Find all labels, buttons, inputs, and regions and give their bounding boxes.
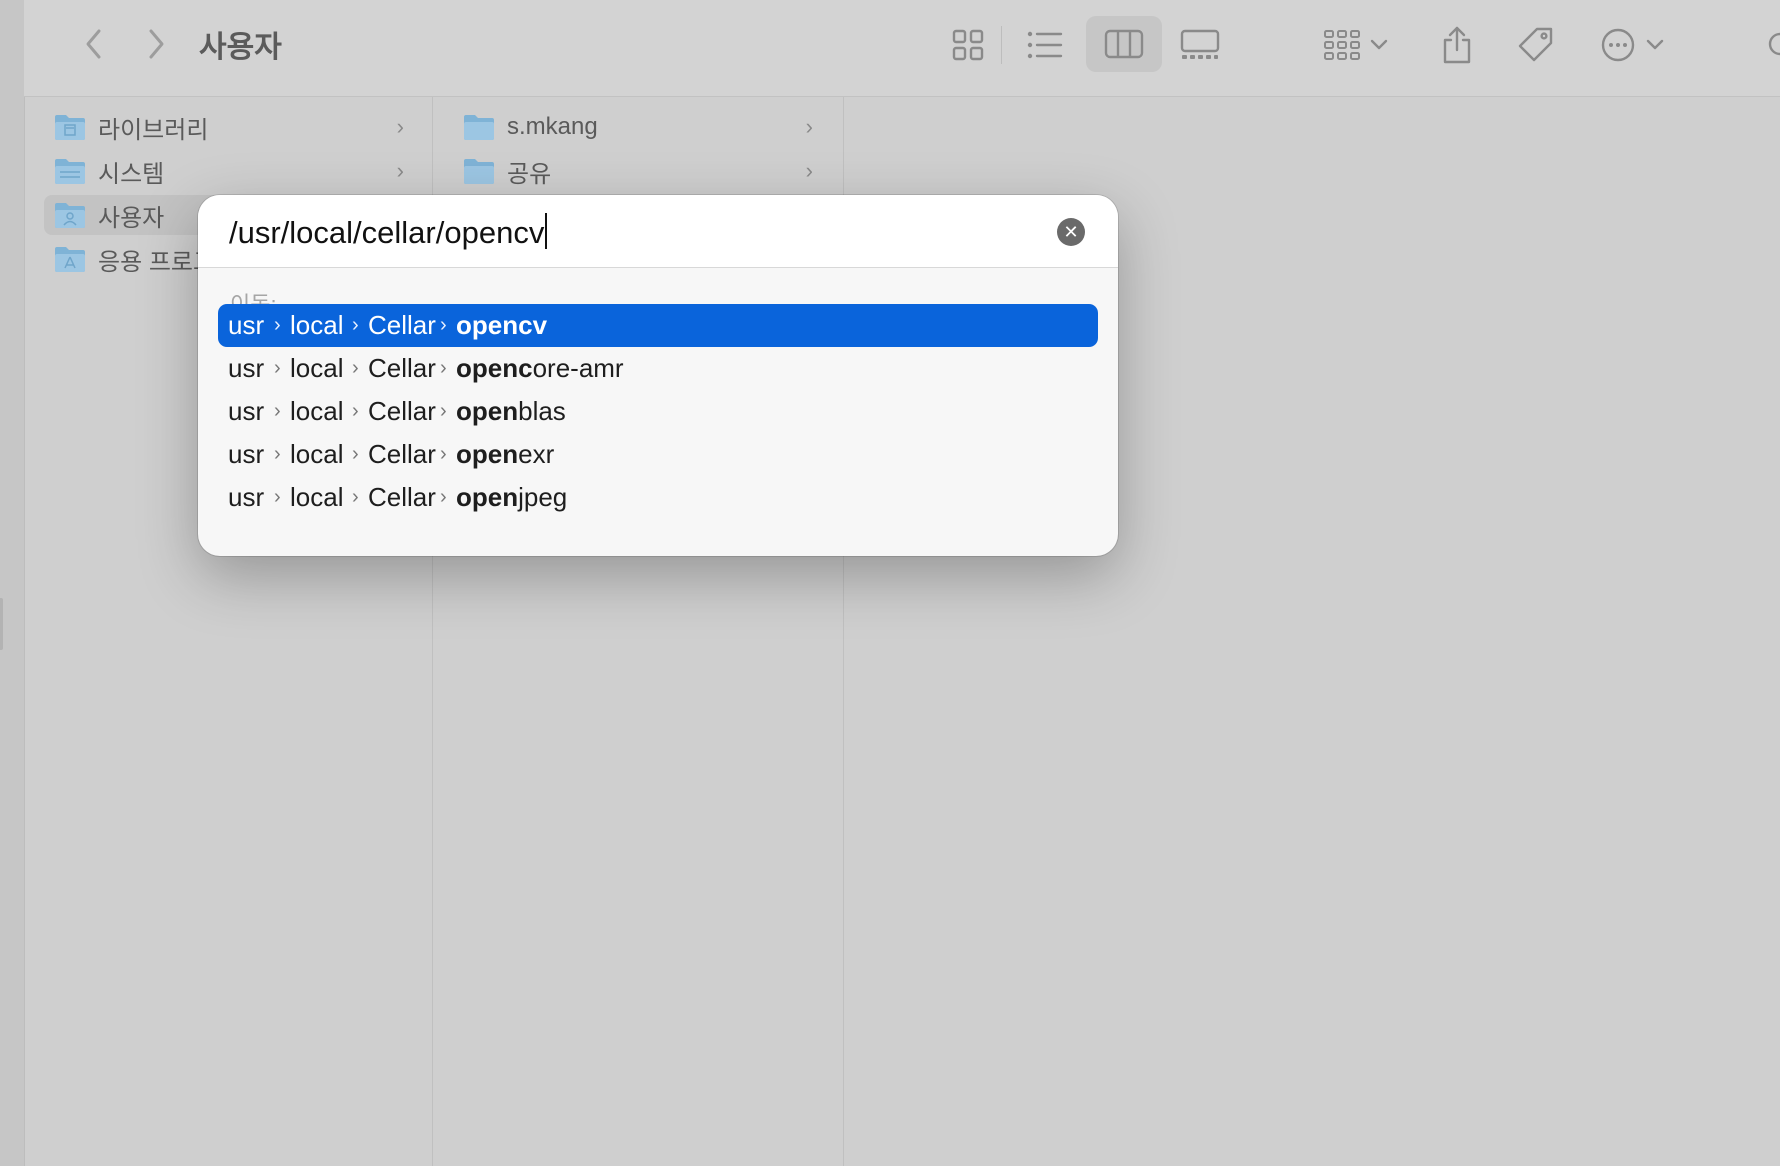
- clear-button[interactable]: ✕: [1057, 218, 1085, 246]
- path-segment: local: [290, 396, 344, 426]
- chevron-right-icon: ›: [440, 400, 447, 422]
- chevron-down-icon: [1646, 39, 1664, 50]
- chevron-left-icon: [86, 29, 101, 59]
- path-segment: Cellar: [368, 396, 436, 426]
- match-highlight: openc: [456, 353, 533, 383]
- path-segment: usr: [228, 310, 265, 340]
- path-segment: local: [290, 439, 344, 469]
- list-item[interactable]: 시스템 ›: [54, 151, 404, 191]
- list-view-icon: [1027, 31, 1063, 59]
- search-icon: [1768, 32, 1780, 56]
- chevron-right-icon: ›: [805, 114, 813, 139]
- path-segment: usr: [228, 439, 265, 469]
- chevron-right-icon: ›: [440, 314, 447, 336]
- chevron-right-icon: ›: [440, 486, 447, 508]
- more-icon: [1601, 28, 1635, 62]
- forward-button[interactable]: [138, 24, 174, 64]
- suggestion-row[interactable]: usr › local › Cellar › opencv: [218, 304, 1098, 347]
- path-input[interactable]: /usr/local/cellar/opencv ✕: [198, 195, 1118, 268]
- chevron-right-icon: ›: [274, 314, 281, 336]
- chevron-right-icon: ›: [352, 314, 359, 336]
- path-segment-match: opencv: [456, 304, 547, 347]
- group-icon: [1324, 30, 1360, 60]
- icon-view-icon: [952, 29, 984, 61]
- match-highlight: open: [456, 482, 519, 512]
- chevron-right-icon: ›: [352, 486, 359, 508]
- chevron-right-icon: ›: [274, 486, 281, 508]
- share-icon: [1443, 26, 1471, 64]
- column-view-icon: [1104, 29, 1144, 59]
- gallery-view-icon: [1180, 29, 1220, 59]
- chevron-right-icon: ›: [396, 114, 404, 139]
- folder-icon: [464, 159, 494, 184]
- path-segment: usr: [228, 396, 265, 426]
- list-view-button[interactable]: [1014, 22, 1076, 68]
- path-segment: local: [290, 353, 344, 383]
- chevron-right-icon: ›: [352, 443, 359, 465]
- match-highlight: open: [456, 396, 519, 426]
- chevron-right-icon: ›: [352, 400, 359, 422]
- chevron-right-icon: ›: [396, 158, 404, 183]
- search-button[interactable]: [1766, 22, 1780, 68]
- resize-notch: [0, 598, 3, 650]
- suggestion-row[interactable]: usr › local › Cellar › opencore-amr: [218, 347, 1098, 390]
- chevron-down-icon: [1370, 39, 1388, 50]
- path-segment: Cellar: [368, 310, 436, 340]
- path-segment: local: [290, 310, 344, 340]
- tag-icon: [1518, 27, 1553, 62]
- chevron-right-icon: ›: [274, 443, 281, 465]
- share-button[interactable]: [1434, 20, 1480, 70]
- finder-toolbar: 사용자: [24, 0, 1780, 97]
- close-icon: ✕: [1063, 222, 1079, 242]
- chevron-right-icon: ›: [274, 357, 281, 379]
- path-segment-match: openblas: [456, 396, 566, 426]
- go-to-folder-dialog: /usr/local/cellar/opencv ✕ 이동: usr›local…: [198, 195, 1118, 556]
- toolbar-divider: [1001, 26, 1002, 64]
- path-segment: usr: [228, 482, 265, 512]
- gallery-view-button[interactable]: [1170, 22, 1230, 68]
- path-segment: Cellar: [368, 482, 436, 512]
- chevron-right-icon: [149, 29, 164, 59]
- path-segment-match: openjpeg: [456, 482, 568, 512]
- path-segment-match: opencore-amr: [456, 353, 624, 383]
- suggestion-row[interactable]: usr › local › Cellar › openexr: [218, 433, 1098, 476]
- user-folder-icon: [55, 203, 85, 228]
- window-edge: [0, 0, 25, 1166]
- match-highlight: opencv: [456, 310, 548, 340]
- match-highlight: open: [456, 439, 519, 469]
- folder-icon: [55, 115, 85, 140]
- chevron-right-icon: ›: [805, 158, 813, 183]
- suggestion-row[interactable]: usr › local › Cellar › openjpeg: [218, 476, 1098, 519]
- chevron-right-icon: ›: [440, 443, 447, 465]
- icon-view-button[interactable]: [944, 22, 992, 68]
- more-actions-button[interactable]: [1590, 20, 1674, 70]
- path-segment: Cellar: [368, 353, 436, 383]
- path-input-value: /usr/local/cellar/opencv: [229, 215, 545, 250]
- path-segment-match: openexr: [456, 439, 555, 469]
- chevron-right-icon: ›: [274, 400, 281, 422]
- list-item[interactable]: s.mkang ›: [463, 107, 813, 147]
- back-button[interactable]: [76, 24, 112, 64]
- tag-button[interactable]: [1512, 20, 1560, 70]
- apps-folder-icon: [55, 247, 85, 272]
- list-item[interactable]: 공유 ›: [463, 151, 813, 191]
- window-title: 사용자: [199, 31, 282, 64]
- chevron-right-icon: ›: [352, 357, 359, 379]
- chevron-right-icon: ›: [440, 357, 447, 379]
- folder-icon: [464, 115, 494, 140]
- text-caret: [545, 213, 548, 249]
- folder-icon: [55, 159, 85, 184]
- list-item[interactable]: 라이브러리 ›: [54, 107, 404, 147]
- path-segment: local: [290, 482, 344, 512]
- path-segment: usr: [228, 353, 265, 383]
- path-segment: Cellar: [368, 439, 436, 469]
- group-button[interactable]: [1314, 22, 1398, 68]
- column-view-button[interactable]: [1086, 16, 1162, 72]
- suggestion-row[interactable]: usr › local › Cellar › openblas: [218, 390, 1098, 433]
